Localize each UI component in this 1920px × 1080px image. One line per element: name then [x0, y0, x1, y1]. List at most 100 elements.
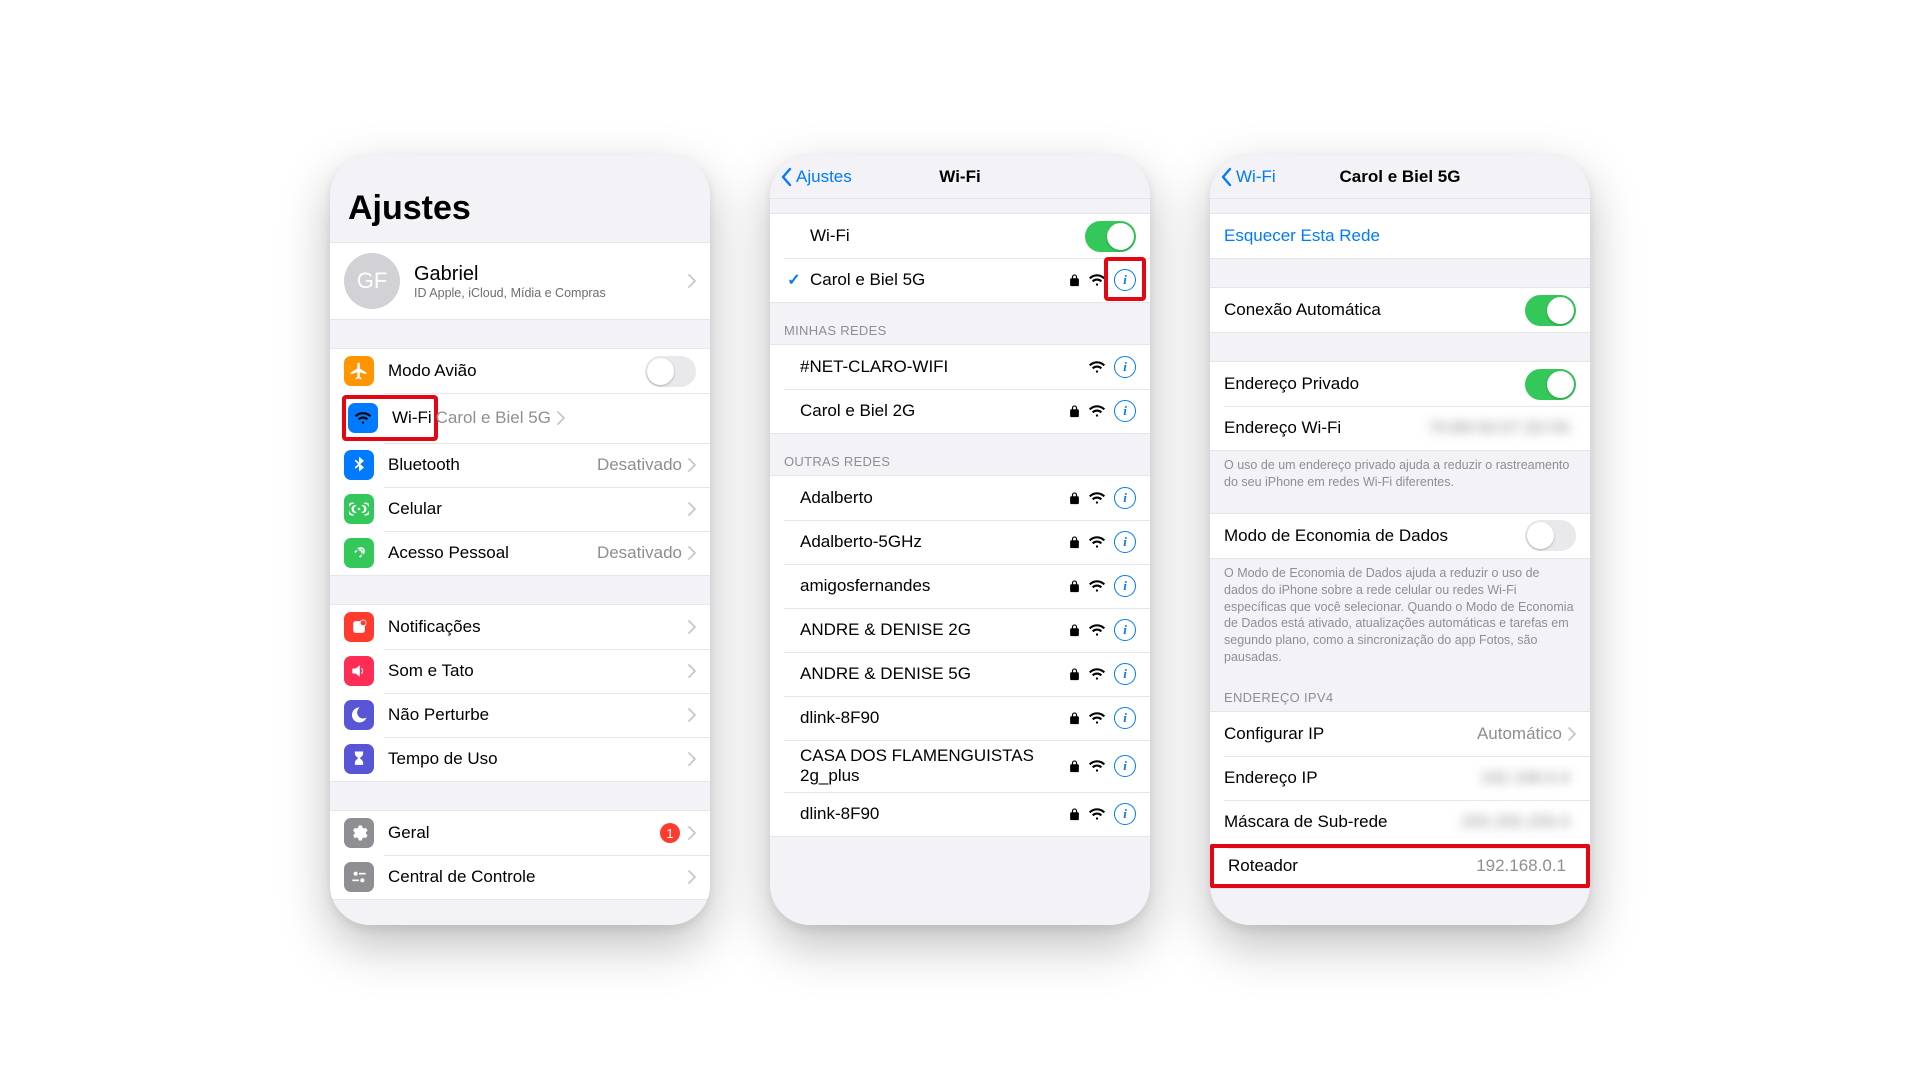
auto-join-row[interactable]: Conexão Automática	[1210, 288, 1590, 332]
other-networks-header: OUTRAS REDES	[770, 434, 1150, 475]
row-value: Desativado	[597, 455, 682, 475]
nav-title: Wi-Fi	[939, 167, 980, 187]
network-row[interactable]: amigosfernandesi	[770, 564, 1150, 608]
network-row[interactable]: ANDRE & DENISE 2Gi	[770, 608, 1150, 652]
chevron-right-icon	[688, 620, 696, 634]
settings-screen: Ajustes GF Gabriel ID Apple, iCloud, Míd…	[330, 155, 710, 925]
sounds-icon	[344, 656, 374, 686]
info-icon[interactable]: i	[1114, 663, 1136, 685]
hotspot-icon	[344, 538, 374, 568]
profile-name: Gabriel	[414, 263, 688, 286]
network-row[interactable]: dlink-8F90i	[770, 696, 1150, 740]
chevron-right-icon	[688, 752, 696, 766]
general-icon	[344, 818, 374, 848]
chevron-left-icon	[1220, 167, 1232, 187]
network-detail-screen: Wi-Fi Carol e Biel 5G Esquecer Esta Rede…	[1210, 155, 1590, 925]
page-title: Ajustes	[330, 155, 710, 242]
info-icon[interactable]: i	[1114, 755, 1136, 777]
wifi-signal-icon	[1088, 491, 1106, 505]
chevron-right-icon	[557, 411, 565, 425]
chevron-right-icon	[688, 458, 696, 472]
network-row[interactable]: Adalbertoi	[770, 476, 1150, 520]
row-label: Bluetooth	[388, 455, 597, 475]
ipv4-value: 192.168.0.4	[1480, 768, 1570, 788]
settings-row-cellular[interactable]: Celular	[330, 487, 710, 531]
wifi-signal-icon	[1088, 360, 1106, 374]
forget-network-button[interactable]: Esquecer Esta Rede	[1210, 214, 1590, 258]
network-row[interactable]: #NET-CLARO-WIFIi	[770, 345, 1150, 389]
info-icon[interactable]: i	[1114, 269, 1136, 291]
wifi-toggle-row[interactable]: Wi-Fi	[770, 214, 1150, 258]
info-icon[interactable]: i	[1114, 487, 1136, 509]
airplane-switch[interactable]	[645, 356, 696, 387]
wifi-address-label: Endereço Wi-Fi	[1224, 418, 1428, 438]
private-address-label: Endereço Privado	[1224, 374, 1525, 394]
back-button[interactable]: Wi-Fi	[1220, 155, 1276, 198]
private-address-row[interactable]: Endereço Privado	[1210, 362, 1590, 406]
info-icon[interactable]: i	[1114, 575, 1136, 597]
info-icon[interactable]: i	[1114, 531, 1136, 553]
ipv4-row: Máscara de Sub-rede255.255.255.0	[1210, 800, 1590, 844]
settings-row-sounds[interactable]: Som e Tato	[330, 649, 710, 693]
settings-row-wifi[interactable]: Wi-FiCarol e Biel 5G	[330, 393, 710, 443]
row-label: Central de Controle	[388, 867, 688, 887]
avatar: GF	[344, 253, 400, 309]
forget-label: Esquecer Esta Rede	[1224, 226, 1380, 246]
low-data-row[interactable]: Modo de Economia de Dados	[1210, 514, 1590, 558]
ipv4-label: Roteador	[1228, 856, 1476, 876]
private-address-switch[interactable]	[1525, 369, 1576, 400]
low-data-switch[interactable]	[1525, 520, 1576, 551]
wifi-signal-icon	[1088, 623, 1106, 637]
apple-id-row[interactable]: GF Gabriel ID Apple, iCloud, Mídia e Com…	[330, 243, 710, 319]
chevron-right-icon	[688, 826, 696, 840]
settings-row-bluetooth[interactable]: BluetoothDesativado	[330, 443, 710, 487]
row-value: Carol e Biel 5G	[436, 408, 551, 428]
info-icon[interactable]: i	[1114, 356, 1136, 378]
airplane-icon	[344, 356, 374, 386]
network-row[interactable]: dlink-8F90i	[770, 792, 1150, 836]
info-icon[interactable]: i	[1114, 803, 1136, 825]
chevron-right-icon	[688, 274, 696, 288]
lock-icon	[1069, 759, 1080, 773]
private-address-note: O uso de um endereço privado ajuda a red…	[1210, 451, 1590, 491]
wifi-toggle-label: Wi-Fi	[810, 226, 1085, 246]
row-label: Som e Tato	[388, 661, 688, 681]
row-label: Celular	[388, 499, 688, 519]
settings-row-airplane[interactable]: Modo Avião	[330, 349, 710, 393]
settings-row-screentime[interactable]: Tempo de Uso	[330, 737, 710, 781]
settings-row-hotspot[interactable]: Acesso PessoalDesativado	[330, 531, 710, 575]
network-name: Adalberto-5GHz	[800, 532, 1069, 552]
low-data-label: Modo de Economia de Dados	[1224, 526, 1525, 546]
settings-row-general[interactable]: Geral1	[330, 811, 710, 855]
network-row[interactable]: CASA DOS FLAMENGUISTAS 2g_plus i	[770, 740, 1150, 792]
auto-join-switch[interactable]	[1525, 295, 1576, 326]
row-label: Wi-Fi	[392, 408, 432, 428]
settings-row-controlcenter[interactable]: Central de Controle	[330, 855, 710, 899]
settings-row-dnd[interactable]: Não Perturbe	[330, 693, 710, 737]
info-icon[interactable]: i	[1114, 400, 1136, 422]
lock-icon	[1069, 667, 1080, 681]
back-button[interactable]: Ajustes	[780, 155, 852, 198]
badge: 1	[660, 823, 680, 843]
ipv4-value: Automático	[1477, 724, 1562, 744]
row-label: Acesso Pessoal	[388, 543, 597, 563]
info-icon[interactable]: i	[1114, 707, 1136, 729]
ipv4-value: 255.255.255.0	[1461, 812, 1570, 832]
ipv4-row[interactable]: Configurar IPAutomático	[1210, 712, 1590, 756]
profile-sub: ID Apple, iCloud, Mídia e Compras	[414, 286, 688, 300]
wifi-address-value: 70:B9:50:07:2D:55	[1428, 418, 1570, 438]
connected-network-row[interactable]: ✓ Carol e Biel 5G i	[770, 258, 1150, 302]
network-row[interactable]: Carol e Biel 2Gi	[770, 389, 1150, 433]
row-value: Desativado	[597, 543, 682, 563]
network-name: CASA DOS FLAMENGUISTAS 2g_plus	[800, 746, 1069, 786]
settings-row-notifications[interactable]: Notificações	[330, 605, 710, 649]
dnd-icon	[344, 700, 374, 730]
chevron-right-icon	[688, 870, 696, 884]
wifi-switch[interactable]	[1085, 221, 1136, 252]
lock-icon	[1069, 579, 1080, 593]
network-row[interactable]: Adalberto-5GHz i	[770, 520, 1150, 564]
auto-join-label: Conexão Automática	[1224, 300, 1525, 320]
network-row[interactable]: ANDRE & DENISE 5Gi	[770, 652, 1150, 696]
info-icon[interactable]: i	[1114, 619, 1136, 641]
wifi-signal-icon	[1088, 273, 1106, 287]
